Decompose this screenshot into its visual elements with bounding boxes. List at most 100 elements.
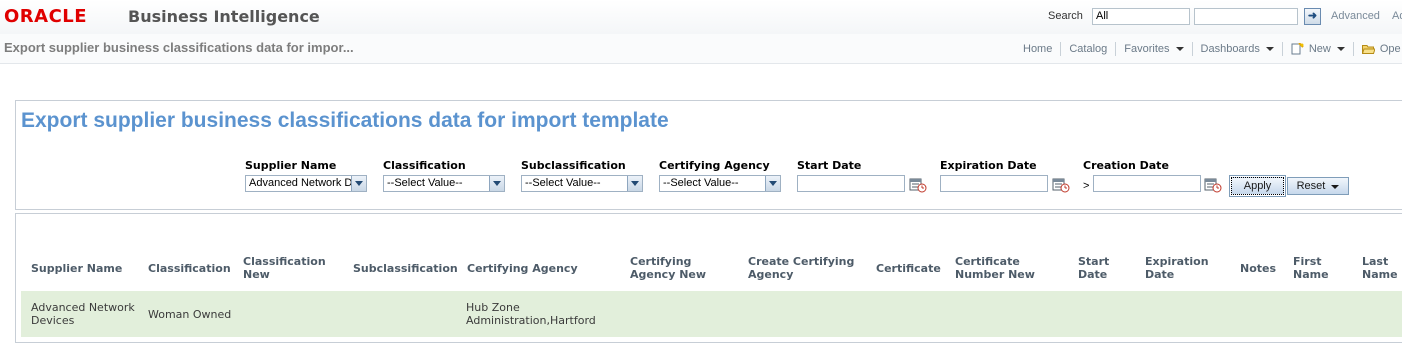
chevron-down-icon[interactable] <box>765 176 780 191</box>
top-bar: ORACLE Business Intelligence Search All … <box>0 0 1402 34</box>
calendar-icon[interactable] <box>1204 177 1222 193</box>
header-line: Expiration <box>1145 255 1209 268</box>
nav-new-label: New <box>1308 43 1331 55</box>
column-header-certifying-agency[interactable]: Certifying Agency <box>467 262 578 275</box>
prompt-creation-date: Creation Date > <box>1083 159 1222 193</box>
nav-new[interactable]: New <box>1283 42 1354 56</box>
nav-open[interactable]: Ope <box>1354 42 1402 56</box>
cell-line: Devices <box>31 314 75 327</box>
column-header-classification-new[interactable]: Classification New <box>243 255 326 281</box>
prompt-expiration-date: Expiration Date <box>940 159 1075 193</box>
certifying-agency-select[interactable]: --Select Value-- <box>659 175 781 192</box>
prompt-section: Export supplier business classifications… <box>15 100 1402 210</box>
nav-dashboards-label: Dashboards <box>1200 43 1260 55</box>
header-line: Create Certifying <box>748 255 855 268</box>
prompt-supplier-name: Supplier Name Advanced Network D <box>245 159 367 192</box>
select-value: --Select Value-- <box>663 177 739 189</box>
cell-line: Administration,Hartford <box>466 314 596 327</box>
header-line: Certificate <box>955 255 1020 268</box>
prompt-label: Start Date <box>797 159 862 172</box>
subclassification-select[interactable]: --Select Value-- <box>521 175 643 192</box>
cell-supplier-name: Advanced Network Devices <box>31 301 135 327</box>
chevron-down-icon <box>1175 47 1184 51</box>
prompt-label: Certifying Agency <box>659 159 770 172</box>
chevron-down-icon[interactable] <box>489 176 504 191</box>
header-line: Date <box>1078 268 1108 281</box>
chevron-down-icon[interactable] <box>351 176 366 191</box>
prompt-subclassification: Subclassification --Select Value-- <box>521 159 643 192</box>
header-line: Agency <box>748 268 794 281</box>
prompt-label: Supplier Name <box>245 159 337 172</box>
start-date-input[interactable] <box>797 175 905 192</box>
header-line: Number New <box>955 268 1035 281</box>
nav-catalog[interactable]: Catalog <box>1061 42 1117 56</box>
folder-open-icon <box>1361 45 1375 54</box>
product-name: Business Intelligence <box>128 7 320 26</box>
prompt-label: Creation Date <box>1083 159 1169 172</box>
column-header-classification[interactable]: Classification <box>148 262 231 275</box>
classification-select[interactable]: --Select Value-- <box>383 175 505 192</box>
header-line: Agency New <box>630 268 707 281</box>
nav-dashboards[interactable]: Dashboards <box>1193 42 1283 56</box>
select-value: Advanced Network D <box>249 177 353 189</box>
header-line: Last <box>1362 255 1389 268</box>
calendar-icon[interactable] <box>909 177 927 193</box>
prompt-label: Classification <box>383 159 466 172</box>
chevron-down-icon <box>1336 47 1345 51</box>
column-header-last-name[interactable]: Last Name <box>1362 255 1398 281</box>
nav-favorites[interactable]: Favorites <box>1116 42 1193 56</box>
arrow-right-icon: ➜ <box>1307 10 1318 22</box>
cell-certifying-agency: Hub Zone Administration,Hartford <box>466 301 596 327</box>
header-line: New <box>243 268 270 281</box>
report-title: Export supplier business classifications… <box>21 109 669 132</box>
chevron-down-icon <box>1265 47 1274 51</box>
prompt-classification: Classification --Select Value-- <box>383 159 505 192</box>
nav-favorites-label: Favorites <box>1124 43 1170 55</box>
table-row: Advanced Network Devices Woman Owned Hub… <box>21 291 1402 337</box>
creation-date-operator: > <box>1083 180 1090 192</box>
results-table: Supplier Name Classification Classificat… <box>15 213 1402 343</box>
header-line: Date <box>1145 268 1175 281</box>
header-line: Classification <box>243 255 326 268</box>
reset-button-label: Reset <box>1296 180 1326 192</box>
new-document-icon <box>1291 43 1304 55</box>
calendar-icon[interactable] <box>1052 177 1070 193</box>
search-label: Search <box>1048 10 1083 22</box>
column-header-certificate-number-new[interactable]: Certificate Number New <box>955 255 1035 281</box>
search-input[interactable] <box>1194 8 1298 25</box>
column-header-start-date[interactable]: Start Date <box>1078 255 1109 281</box>
column-header-expiration-date[interactable]: Expiration Date <box>1145 255 1209 281</box>
admin-link[interactable]: Ad <box>1392 10 1402 22</box>
column-header-notes[interactable]: Notes <box>1240 262 1276 275</box>
header-line: Name <box>1362 268 1398 281</box>
chevron-down-icon[interactable] <box>627 176 642 191</box>
column-header-first-name[interactable]: First Name <box>1293 255 1329 281</box>
expiration-date-input[interactable] <box>940 175 1048 192</box>
nav-open-label: Ope <box>1379 43 1401 55</box>
header-line: Name <box>1293 268 1329 281</box>
chevron-down-icon <box>1331 185 1340 189</box>
cell-line: Advanced Network <box>31 301 135 314</box>
cell-classification: Woman Owned <box>148 308 232 321</box>
apply-button[interactable]: Apply <box>1229 175 1286 197</box>
column-header-supplier-name[interactable]: Supplier Name <box>31 262 122 275</box>
select-value: --Select Value-- <box>387 177 463 189</box>
reset-button[interactable]: Reset <box>1287 177 1349 195</box>
oracle-logo: ORACLE <box>4 6 88 27</box>
creation-date-input[interactable] <box>1093 175 1201 192</box>
nav-home[interactable]: Home <box>1023 42 1062 56</box>
column-header-certifying-agency-new[interactable]: Certifying Agency New <box>630 255 706 281</box>
select-value: --Select Value-- <box>525 177 601 189</box>
global-nav: Home Catalog Favorites Dashboards New Op… <box>1023 42 1402 56</box>
column-header-subclassification[interactable]: Subclassification <box>353 262 458 275</box>
cell-line: Hub Zone <box>466 301 520 314</box>
column-header-certificate[interactable]: Certificate <box>876 262 941 275</box>
supplier-name-select[interactable]: Advanced Network D <box>245 175 367 192</box>
prompt-label: Expiration Date <box>940 159 1037 172</box>
search-go-button[interactable]: ➜ <box>1304 8 1321 25</box>
page-title: Export supplier business classifications… <box>4 40 354 55</box>
search-scope-select[interactable]: All <box>1092 8 1190 25</box>
advanced-search-link[interactable]: Advanced <box>1331 10 1380 22</box>
sub-bar: Export supplier business classifications… <box>0 34 1402 64</box>
column-header-create-certifying-agency[interactable]: Create Certifying Agency <box>748 255 854 281</box>
